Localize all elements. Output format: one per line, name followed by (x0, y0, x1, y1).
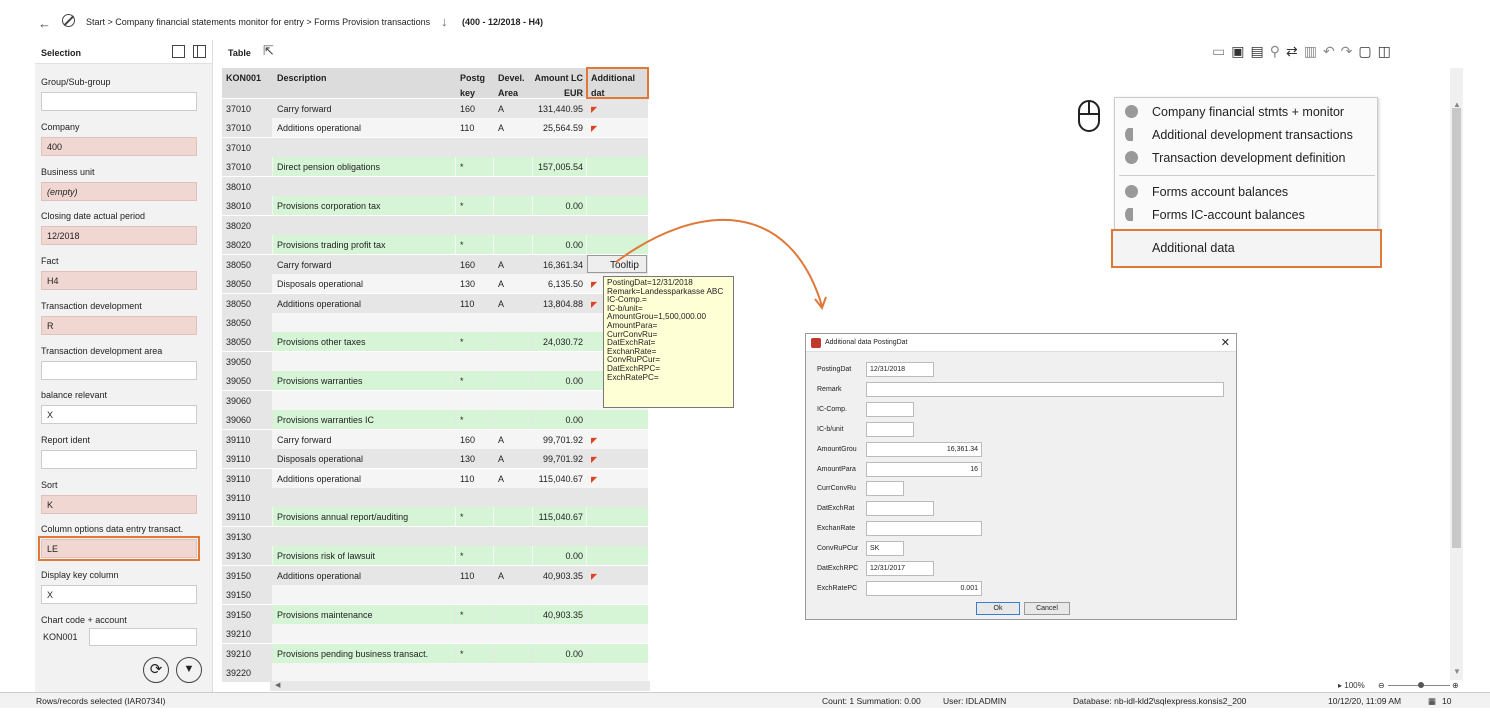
context-menu-item[interactable]: Company financial stmts + monitor (1115, 102, 1377, 124)
globe-icon (1125, 105, 1138, 118)
globe-icon (1125, 185, 1138, 198)
dialog-field-input[interactable] (866, 401, 914, 417)
dialog-field-label: DatExchRat (817, 505, 855, 513)
context-menu-item-label: Company financial stmts + monitor (1152, 105, 1345, 119)
cancel-button[interactable]: Cancel (1024, 602, 1070, 615)
context-menu: Company financial stmts + monitor Additio… (1111, 97, 1382, 268)
status-user: User: IDLADMIN (943, 696, 1007, 706)
dialog-title-bar: Additional data PostingDat ✕ (806, 334, 1236, 352)
dialog-title: Additional data PostingDat (825, 339, 908, 346)
bottom-strip (0, 708, 1490, 723)
context-menu-item-label: Forms IC-account balances (1152, 208, 1305, 222)
dialog-field-input[interactable] (866, 521, 982, 537)
zoom-in-icon[interactable]: ⊕ (1452, 681, 1459, 690)
dialog-field-label: IC-b/unit (817, 425, 844, 433)
dialog-field-label: AmountPara (817, 465, 856, 473)
grid-icon[interactable]: ▦ (1428, 696, 1436, 707)
vertical-scrollbar[interactable] (1450, 68, 1463, 680)
status-database: Database: nb-idl-kld2\sqlexpress.konsis2… (1073, 696, 1247, 706)
status-datetime: 10/12/20, 11:09 AM (1328, 696, 1402, 706)
dialog-field-label: CurrConvRu (817, 485, 856, 493)
status-message: Rows/records selected (IAR0734I) (36, 696, 166, 706)
horizontal-scrollbar[interactable]: ◀ (270, 681, 650, 691)
scroll-down-icon[interactable]: ▼ (1453, 667, 1461, 676)
context-menu-item[interactable]: Additional data (1111, 229, 1382, 268)
status-pages: 10 (1442, 696, 1452, 706)
dialog-field-input[interactable]: 12/31/2018 (866, 362, 934, 377)
dialog-field-label: DatExchRPC (817, 565, 859, 572)
globe-icon (1125, 151, 1138, 164)
dialog-field-label: AmountGrou (817, 445, 857, 453)
dialog-field-label: Remark (817, 385, 842, 393)
close-icon[interactable]: ✕ (1221, 336, 1230, 349)
zoom-out-icon[interactable]: ⊖ (1378, 681, 1385, 690)
status-bar: Rows/records selected (IAR0734I) Count: … (0, 692, 1490, 708)
scroll-thumb[interactable] (1452, 108, 1461, 548)
dialog-field-input[interactable]: 16,361.34 (866, 441, 982, 457)
zoom-slider-knob[interactable] (1418, 682, 1424, 688)
context-menu-item-label: Additional data (1152, 241, 1235, 255)
dialog-field-input[interactable]: 12/31/2017 (866, 561, 934, 576)
dialog-field-input[interactable] (866, 421, 914, 437)
dialog-field-input[interactable] (866, 501, 934, 517)
context-menu-item-label: Forms account balances (1152, 185, 1289, 199)
ok-button[interactable]: Ok (976, 602, 1020, 615)
half-globe-icon (1125, 208, 1133, 221)
dialog-field-input[interactable]: SK (866, 541, 904, 557)
zoom-level: 100% (1344, 681, 1365, 690)
menu-separator (1119, 175, 1375, 176)
dialog-field-label: PostingDat (817, 366, 852, 373)
dialog-field-input[interactable] (866, 381, 1224, 397)
app-icon (811, 338, 821, 348)
context-menu-item-label: Transaction development definition (1152, 151, 1346, 165)
context-menu-item-label: Additional development transactions (1152, 128, 1353, 142)
zoom-control: ▸ 100% ⊖ ⊕ (1338, 681, 1459, 690)
context-menu-item[interactable]: Transaction development definition (1115, 148, 1377, 170)
context-menu-item[interactable]: Forms account balances (1115, 182, 1377, 204)
mouse-icon (1078, 100, 1100, 132)
dialog-field-label: ExchRatePC (817, 584, 858, 592)
dialog-field-input[interactable]: 16 (866, 461, 982, 477)
dialog-field-input[interactable]: 0.001 (866, 580, 982, 596)
context-menu-item[interactable]: Forms IC-account balances (1115, 205, 1377, 227)
additional-data-dialog: Additional data PostingDat ✕ PostingDat 1… (805, 333, 1237, 620)
context-menu-item[interactable]: Additional development transactions (1115, 125, 1377, 147)
scroll-left-icon[interactable]: ◀ (275, 681, 280, 689)
dialog-field-input[interactable] (866, 481, 904, 497)
status-count: Count: 1 Summation: 0.00 (822, 696, 921, 706)
dialog-field-label: ConvRuPCur (817, 545, 859, 553)
half-globe-icon (1125, 128, 1133, 141)
scroll-up-icon[interactable]: ▲ (1453, 100, 1461, 109)
dialog-field-label: ExchanRate (817, 525, 856, 533)
dialog-field-label: IC-Comp. (817, 405, 847, 413)
